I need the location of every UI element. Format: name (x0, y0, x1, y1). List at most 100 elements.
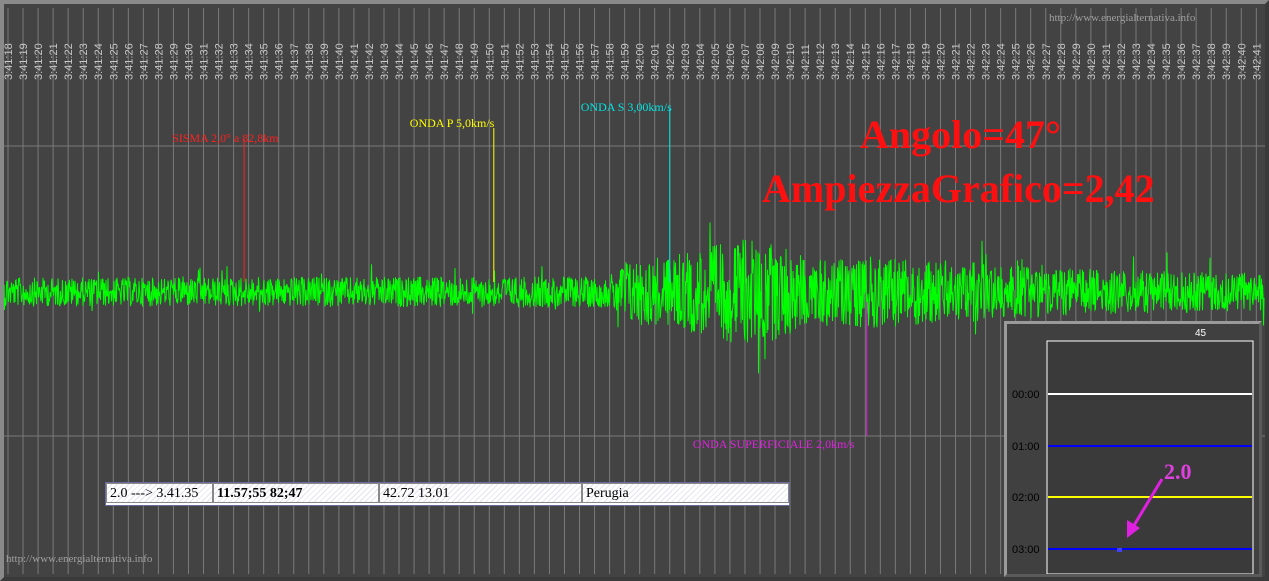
x-tick-label: 3:42:15 (860, 43, 872, 80)
inset-top-label: 45 (1195, 328, 1207, 339)
x-tick-label: 3:41:41 (349, 43, 361, 80)
x-tick-label: 3:41:48 (454, 43, 466, 80)
inset-row-label: 03:00 (1012, 544, 1040, 556)
x-tick-label: 3:41:58 (605, 43, 617, 80)
x-tick-label: 3:41:38 (304, 43, 316, 80)
x-tick-label: 3:42:33 (1131, 43, 1143, 80)
inset-chart: 45 00:00 01:00 02:00 03:00 2.0 (1012, 328, 1254, 574)
x-tick-label: 3:42:28 (1056, 43, 1068, 80)
marker-label: ONDA S 3,00km/s (581, 100, 672, 114)
x-tick-label: 3:42:39 (1221, 43, 1233, 80)
x-tick-label: 3:42:24 (996, 43, 1008, 80)
x-tick-label: 3:41:55 (559, 43, 571, 80)
x-tick-label: 3:41:29 (168, 43, 180, 80)
x-tick-label: 3:42:11 (800, 44, 812, 80)
x-tick-label: 3:41:23 (78, 43, 90, 80)
marker-label: ONDA SUPERFICIALE 2,0km/s (693, 437, 855, 451)
marker-label: ONDA P 5,0km/s (410, 116, 495, 130)
x-tick-label: 3:42:20 (935, 43, 947, 80)
x-tick-label: 3:41:43 (379, 43, 391, 80)
x-tick-label: 3:41:35 (259, 43, 271, 80)
x-tick-label: 3:42:17 (890, 43, 902, 80)
watermark-bottom: http://www.energialternativa.info (6, 553, 153, 565)
event-info-bar: 2.0 ---> 3.41.35 11.57;55 82;47 42.72 13… (105, 482, 790, 506)
x-tick-label: 3:42:03 (680, 43, 692, 80)
inset-row-label: 00:00 (1012, 389, 1040, 401)
x-tick-label: 3:41:25 (108, 43, 120, 80)
x-tick-label: 3:42:31 (1101, 43, 1113, 80)
x-tick-label: 3:41:49 (469, 43, 481, 80)
location-cell: Perugia (582, 483, 789, 503)
x-tick-label: 3:42:37 (1191, 43, 1203, 80)
x-tick-label: 3:41:56 (575, 43, 587, 80)
x-tick-label: 3:42:41 (1251, 43, 1263, 80)
x-tick-label: 3:42:06 (725, 43, 737, 80)
x-tick-label: 3:42:16 (875, 43, 887, 80)
wave-marker: ONDA SUPERFICIALE 2,0km/s (693, 302, 868, 451)
x-tick-label: 3:42:10 (785, 43, 797, 80)
x-tick-label: 3:41:47 (439, 43, 451, 80)
x-tick-label: 3:41:27 (138, 43, 150, 80)
x-tick-label: 3:42:30 (1086, 43, 1098, 80)
x-tick-label: 3:41:30 (183, 43, 195, 80)
x-tick-label: 3:42:40 (1236, 43, 1248, 80)
x-tick-label: 3:42:34 (1146, 43, 1158, 80)
x-tick-label: 3:41:24 (93, 43, 105, 80)
x-tick-label: 3:41:46 (424, 43, 436, 80)
x-tick-label: 3:42:01 (650, 43, 662, 80)
x-tick-label: 3:42:05 (710, 43, 722, 80)
x-tick-label: 3:42:29 (1071, 43, 1083, 80)
x-tick-label: 3:41:57 (590, 43, 602, 80)
x-tick-label: 3:41:36 (274, 43, 286, 80)
inset-event-point (1117, 548, 1122, 552)
x-tick-label: 3:41:32 (214, 43, 226, 80)
x-tick-label: 3:42:22 (966, 43, 978, 80)
amplitude-annotation: AmpiezzaGrafico=2,42 (762, 166, 1155, 211)
x-tick-label: 3:41:50 (484, 43, 496, 80)
x-tick-label: 3:42:21 (951, 43, 963, 80)
x-tick-label: 3:41:31 (199, 43, 211, 80)
magnitude-time-cell: 2.0 ---> 3.41.35 (106, 483, 213, 503)
x-tick-label: 3:42:32 (1116, 43, 1128, 80)
marker-label: SISMA 2,0° a 82,8km (172, 131, 279, 145)
x-tick-label: 3:42:13 (830, 43, 842, 80)
inset-row-label: 02:00 (1012, 492, 1040, 504)
x-tick-label: 3:41:34 (244, 43, 256, 80)
x-tick-label: 3:41:19 (18, 43, 30, 80)
x-tick-labels: 3:41:18 3:41:19 3:41:20 3:41:21 3:41:22 3:41:… (3, 43, 1263, 80)
x-tick-label: 3:42:35 (1161, 43, 1173, 80)
x-tick-label: 3:42:25 (1011, 43, 1023, 80)
inset-row-label: 01:00 (1012, 441, 1040, 453)
coordinates-cell: 42.72 13.01 (379, 483, 582, 503)
x-tick-label: 3:41:39 (319, 43, 331, 80)
x-tick-label: 3:42:27 (1041, 43, 1053, 80)
x-tick-label: 3:41:52 (514, 43, 526, 80)
x-tick-label: 3:42:02 (665, 43, 677, 80)
x-tick-label: 3:41:28 (153, 43, 165, 80)
x-tick-label: 3:42:26 (1026, 43, 1038, 80)
x-tick-label: 3:41:45 (409, 43, 421, 80)
magnitude-history-inset: 45 00:00 01:00 02:00 03:00 2.0 (1004, 321, 1262, 577)
x-tick-label: 3:42:18 (905, 43, 917, 80)
x-tick-label: 3:41:33 (229, 43, 241, 80)
x-tick-label: 3:42:04 (695, 43, 707, 80)
x-tick-label: 3:41:59 (620, 43, 632, 80)
x-tick-label: 3:41:21 (48, 43, 60, 80)
x-tick-label: 3:41:26 (123, 43, 135, 80)
x-tick-label: 3:42:19 (920, 43, 932, 80)
x-tick-label: 3:41:18 (3, 43, 15, 80)
x-tick-label: 3:42:07 (740, 43, 752, 80)
time-detail-cell: 11.57;55 82;47 (213, 483, 379, 503)
x-tick-label: 3:42:36 (1176, 43, 1188, 80)
x-tick-label: 3:41:37 (289, 43, 301, 80)
x-tick-label: 3:42:23 (981, 43, 993, 80)
x-tick-label: 3:41:20 (33, 43, 45, 80)
x-tick-label: 3:41:44 (394, 43, 406, 80)
inset-event-label: 2.0 (1164, 459, 1192, 484)
wave-marker: ONDA P 5,0km/s (410, 116, 495, 282)
x-tick-label: 3:42:12 (815, 43, 827, 80)
inset-plot-area (1046, 340, 1254, 574)
x-tick-label: 3:41:54 (544, 43, 556, 80)
x-tick-label: 3:42:08 (755, 43, 767, 80)
x-tick-label: 3:42:09 (770, 43, 782, 80)
